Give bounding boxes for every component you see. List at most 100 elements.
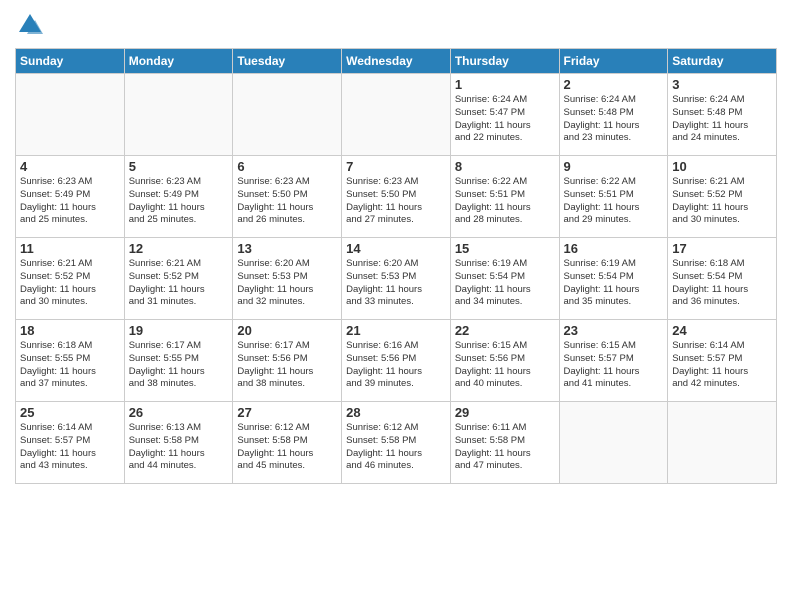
calendar-cell: 6 Sunrise: 6:23 AM Sunset: 5:50 PM Daylig… — [233, 156, 342, 238]
date-number: 17 — [672, 241, 772, 256]
calendar-cell: 29 Sunrise: 6:11 AM Sunset: 5:58 PM Dayli… — [450, 402, 559, 484]
calendar-cell: 4 Sunrise: 6:23 AM Sunset: 5:49 PM Daylig… — [16, 156, 125, 238]
date-number: 13 — [237, 241, 337, 256]
date-number: 21 — [346, 323, 446, 338]
date-number: 15 — [455, 241, 555, 256]
calendar-cell: 22 Sunrise: 6:15 AM Sunset: 5:56 PM Dayli… — [450, 320, 559, 402]
calendar-cell: 17 Sunrise: 6:18 AM Sunset: 5:54 PM Dayli… — [668, 238, 777, 320]
date-number: 12 — [129, 241, 229, 256]
calendar-day-header: Tuesday — [233, 49, 342, 74]
cell-info: Sunrise: 6:23 AM Sunset: 5:50 PM Dayligh… — [346, 176, 446, 227]
calendar-cell: 3 Sunrise: 6:24 AM Sunset: 5:48 PM Daylig… — [668, 74, 777, 156]
date-number: 22 — [455, 323, 555, 338]
cell-info: Sunrise: 6:19 AM Sunset: 5:54 PM Dayligh… — [564, 258, 664, 309]
date-number: 2 — [564, 77, 664, 92]
cell-info: Sunrise: 6:21 AM Sunset: 5:52 PM Dayligh… — [20, 258, 120, 309]
calendar-cell: 16 Sunrise: 6:19 AM Sunset: 5:54 PM Dayli… — [559, 238, 668, 320]
date-number: 24 — [672, 323, 772, 338]
calendar-cell: 20 Sunrise: 6:17 AM Sunset: 5:56 PM Dayli… — [233, 320, 342, 402]
calendar-cell: 2 Sunrise: 6:24 AM Sunset: 5:48 PM Daylig… — [559, 74, 668, 156]
calendar-cell — [342, 74, 451, 156]
calendar-cell: 14 Sunrise: 6:20 AM Sunset: 5:53 PM Dayli… — [342, 238, 451, 320]
cell-info: Sunrise: 6:23 AM Sunset: 5:50 PM Dayligh… — [237, 176, 337, 227]
calendar-cell: 10Sunrise: 6:21 AM Sunset: 5:52 PM Dayli… — [668, 156, 777, 238]
cell-info: Sunrise: 6:13 AM Sunset: 5:58 PM Dayligh… — [129, 422, 229, 473]
date-number: 19 — [129, 323, 229, 338]
calendar-cell — [233, 74, 342, 156]
cell-info: Sunrise: 6:17 AM Sunset: 5:55 PM Dayligh… — [129, 340, 229, 391]
cell-info: Sunrise: 6:12 AM Sunset: 5:58 PM Dayligh… — [346, 422, 446, 473]
calendar-cell: 28 Sunrise: 6:12 AM Sunset: 5:58 PM Dayli… — [342, 402, 451, 484]
calendar-cell: 19 Sunrise: 6:17 AM Sunset: 5:55 PM Dayli… — [124, 320, 233, 402]
calendar-cell: 1 Sunrise: 6:24 AM Sunset: 5:47 PM Daylig… — [450, 74, 559, 156]
cell-info: Sunrise: 6:18 AM Sunset: 5:55 PM Dayligh… — [20, 340, 120, 391]
date-number: 1 — [455, 77, 555, 92]
date-number: 4 — [20, 159, 120, 174]
calendar-header-row: SundayMondayTuesdayWednesdayThursdayFrid… — [16, 49, 777, 74]
cell-info: Sunrise: 6:15 AM Sunset: 5:57 PM Dayligh… — [564, 340, 664, 391]
calendar-week-row: 4 Sunrise: 6:23 AM Sunset: 5:49 PM Daylig… — [16, 156, 777, 238]
cell-info: Sunrise: 6:24 AM Sunset: 5:48 PM Dayligh… — [672, 94, 772, 145]
date-number: 29 — [455, 405, 555, 420]
calendar-day-header: Saturday — [668, 49, 777, 74]
cell-info: Sunrise: 6:12 AM Sunset: 5:58 PM Dayligh… — [237, 422, 337, 473]
logo-icon — [15, 10, 45, 40]
cell-info: Sunrise: 6:24 AM Sunset: 5:47 PM Dayligh… — [455, 94, 555, 145]
cell-info: Sunrise: 6:24 AM Sunset: 5:48 PM Dayligh… — [564, 94, 664, 145]
calendar-cell: 24 Sunrise: 6:14 AM Sunset: 5:57 PM Dayli… — [668, 320, 777, 402]
calendar-day-header: Monday — [124, 49, 233, 74]
calendar-day-header: Wednesday — [342, 49, 451, 74]
cell-info: Sunrise: 6:14 AM Sunset: 5:57 PM Dayligh… — [672, 340, 772, 391]
calendar-cell: 9Sunrise: 6:22 AM Sunset: 5:51 PM Daylig… — [559, 156, 668, 238]
date-number: 7 — [346, 159, 446, 174]
cell-info: Sunrise: 6:19 AM Sunset: 5:54 PM Dayligh… — [455, 258, 555, 309]
calendar-cell: 15 Sunrise: 6:19 AM Sunset: 5:54 PM Dayli… — [450, 238, 559, 320]
date-number: 16 — [564, 241, 664, 256]
cell-info: Sunrise: 6:11 AM Sunset: 5:58 PM Dayligh… — [455, 422, 555, 473]
date-number: 3 — [672, 77, 772, 92]
date-number: 23 — [564, 323, 664, 338]
date-number: 27 — [237, 405, 337, 420]
date-number: 8 — [455, 159, 555, 174]
calendar-cell: 5Sunrise: 6:23 AM Sunset: 5:49 PM Daylig… — [124, 156, 233, 238]
date-number: 20 — [237, 323, 337, 338]
logo — [15, 10, 49, 40]
cell-info: Sunrise: 6:22 AM Sunset: 5:51 PM Dayligh… — [455, 176, 555, 227]
calendar-cell: 13 Sunrise: 6:20 AM Sunset: 5:53 PM Dayli… — [233, 238, 342, 320]
cell-info: Sunrise: 6:21 AM Sunset: 5:52 PM Dayligh… — [672, 176, 772, 227]
calendar-day-header: Friday — [559, 49, 668, 74]
calendar-cell: 8 Sunrise: 6:22 AM Sunset: 5:51 PM Daylig… — [450, 156, 559, 238]
calendar-week-row: 18Sunrise: 6:18 AM Sunset: 5:55 PM Dayli… — [16, 320, 777, 402]
cell-info: Sunrise: 6:20 AM Sunset: 5:53 PM Dayligh… — [346, 258, 446, 309]
cell-info: Sunrise: 6:17 AM Sunset: 5:56 PM Dayligh… — [237, 340, 337, 391]
date-number: 6 — [237, 159, 337, 174]
calendar-table: SundayMondayTuesdayWednesdayThursdayFrid… — [15, 48, 777, 484]
cell-info: Sunrise: 6:21 AM Sunset: 5:52 PM Dayligh… — [129, 258, 229, 309]
calendar-day-header: Thursday — [450, 49, 559, 74]
date-number: 14 — [346, 241, 446, 256]
calendar-day-header: Sunday — [16, 49, 125, 74]
date-number: 11 — [20, 241, 120, 256]
calendar-cell: 26 Sunrise: 6:13 AM Sunset: 5:58 PM Dayli… — [124, 402, 233, 484]
page: SundayMondayTuesdayWednesdayThursdayFrid… — [0, 0, 792, 612]
calendar-cell: 25Sunrise: 6:14 AM Sunset: 5:57 PM Dayli… — [16, 402, 125, 484]
cell-info: Sunrise: 6:23 AM Sunset: 5:49 PM Dayligh… — [129, 176, 229, 227]
cell-info: Sunrise: 6:22 AM Sunset: 5:51 PM Dayligh… — [564, 176, 664, 227]
cell-info: Sunrise: 6:20 AM Sunset: 5:53 PM Dayligh… — [237, 258, 337, 309]
calendar-cell — [559, 402, 668, 484]
cell-info: Sunrise: 6:18 AM Sunset: 5:54 PM Dayligh… — [672, 258, 772, 309]
cell-info: Sunrise: 6:15 AM Sunset: 5:56 PM Dayligh… — [455, 340, 555, 391]
calendar-cell: 7 Sunrise: 6:23 AM Sunset: 5:50 PM Daylig… — [342, 156, 451, 238]
calendar-cell — [668, 402, 777, 484]
date-number: 28 — [346, 405, 446, 420]
cell-info: Sunrise: 6:16 AM Sunset: 5:56 PM Dayligh… — [346, 340, 446, 391]
calendar-week-row: 11 Sunrise: 6:21 AM Sunset: 5:52 PM Dayli… — [16, 238, 777, 320]
calendar-cell: 21 Sunrise: 6:16 AM Sunset: 5:56 PM Dayli… — [342, 320, 451, 402]
cell-info: Sunrise: 6:23 AM Sunset: 5:49 PM Dayligh… — [20, 176, 120, 227]
calendar-cell: 12 Sunrise: 6:21 AM Sunset: 5:52 PM Dayli… — [124, 238, 233, 320]
calendar-week-row: 25Sunrise: 6:14 AM Sunset: 5:57 PM Dayli… — [16, 402, 777, 484]
date-number: 26 — [129, 405, 229, 420]
calendar-cell: 11 Sunrise: 6:21 AM Sunset: 5:52 PM Dayli… — [16, 238, 125, 320]
calendar-cell: 23 Sunrise: 6:15 AM Sunset: 5:57 PM Dayli… — [559, 320, 668, 402]
calendar-cell — [16, 74, 125, 156]
